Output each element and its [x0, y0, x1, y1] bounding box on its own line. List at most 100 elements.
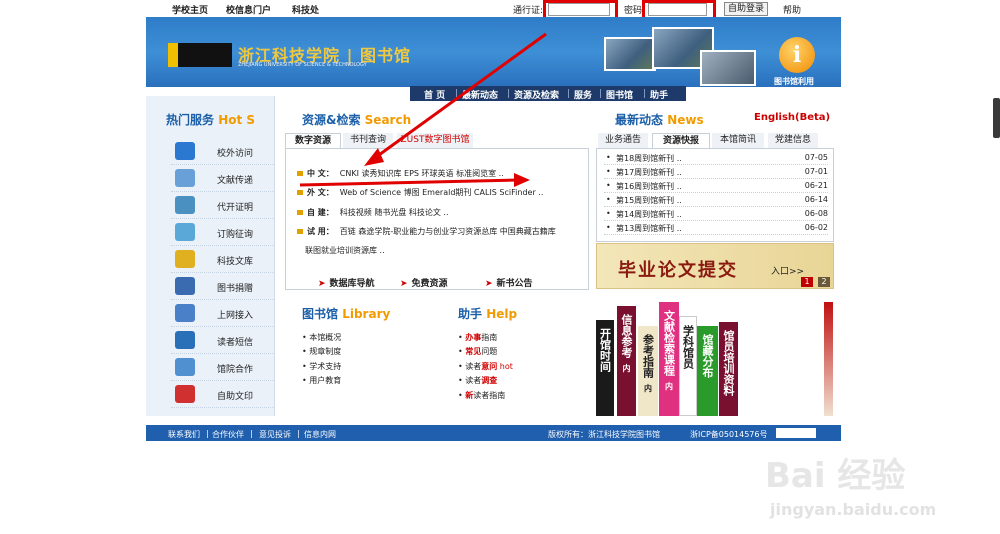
- help-item[interactable]: • 读者意问 hot: [458, 361, 513, 372]
- bullet-icon: •: [606, 153, 611, 162]
- help-item-pre: 读者: [465, 362, 482, 371]
- library-item[interactable]: • 规章制度: [302, 346, 341, 357]
- help-item-pre: 读者: [465, 376, 482, 385]
- help-item-rest: hot: [497, 362, 513, 371]
- library-title-en: Library: [342, 307, 391, 321]
- book-title: 信息参考: [620, 314, 633, 358]
- bullet-icon: •: [606, 195, 611, 204]
- tab-resource-news[interactable]: 资源快报: [652, 133, 710, 149]
- footer-partners[interactable]: 合作伙伴: [212, 429, 244, 440]
- library-item-label: 本馆概况: [309, 333, 342, 342]
- cnnic-badge-icon[interactable]: [776, 428, 816, 438]
- help-item[interactable]: • 办事指南: [458, 332, 497, 343]
- news-item[interactable]: • 第13周到馆新刊 .. 06-02: [604, 221, 828, 235]
- help-title-en: Help: [486, 307, 518, 321]
- annotation-underline-head: [514, 173, 530, 187]
- book-1[interactable]: 信息参考内: [617, 306, 636, 416]
- tab-party-info[interactable]: 党建信息: [768, 133, 818, 148]
- banner-page-1[interactable]: 1: [801, 277, 813, 287]
- bullet-icon: •: [606, 223, 611, 232]
- help-title: 助手 Help: [458, 305, 517, 322]
- thesis-banner-text: 毕业论文提交: [618, 260, 738, 281]
- library-title: 图书馆 Library: [302, 305, 390, 322]
- news-item[interactable]: • 第16周到馆新刊 .. 06-21: [604, 179, 828, 193]
- annotation-arrow-line: [371, 32, 547, 162]
- book-0[interactable]: 开馆时间: [596, 320, 614, 416]
- help-item-red: 意问: [481, 362, 498, 371]
- thesis-banner-enter[interactable]: 入口>>: [771, 264, 804, 277]
- news-item-date: 06-02: [804, 223, 828, 232]
- library-item-label: 规章制度: [309, 347, 342, 356]
- news-item[interactable]: • 第18周到馆新刊 .. 07-05: [604, 151, 828, 165]
- book-6[interactable]: 馆员培训资料: [719, 322, 738, 416]
- footer-copyright: 版权所有：浙江科技学院图书馆: [548, 430, 660, 439]
- book-sub: 内: [644, 384, 652, 393]
- library-title-cn: 图书馆: [302, 307, 339, 321]
- library-item[interactable]: • 用户教育: [302, 375, 341, 386]
- book-sub: 内: [622, 364, 631, 373]
- help-item-red: 办事: [465, 333, 482, 342]
- help-title-cn: 助手: [458, 307, 483, 321]
- footer-icp[interactable]: 浙ICP备05014576号: [690, 429, 768, 440]
- footer-feedback[interactable]: 意见投诉: [259, 429, 291, 440]
- help-item[interactable]: • 常见问题: [458, 346, 497, 357]
- annotation-underline: [299, 178, 519, 187]
- book-title: 参考指南: [641, 334, 655, 378]
- footer: 联系我们 | 合作伙伴 | 意见投诉 | 信息内网 版权所有：浙江科技学院图书馆…: [146, 425, 841, 441]
- help-item-red: 调查: [481, 376, 498, 385]
- news-item-date: 06-14: [804, 195, 828, 204]
- footer-separator: |: [250, 429, 253, 438]
- bullet-icon: •: [606, 209, 611, 218]
- help-item-rest: 指南: [481, 333, 498, 342]
- news-item-title: 第17周到馆新刊 ..: [616, 168, 682, 177]
- help-item[interactable]: • 新读者指南: [458, 390, 505, 401]
- bullet-icon: •: [606, 181, 611, 190]
- book-2[interactable]: 参考指南内: [638, 326, 658, 416]
- news-item-title: 第16周到馆新刊 ..: [616, 182, 682, 191]
- news-item-title: 第18周到馆新刊 ..: [616, 154, 682, 163]
- tab-library-briefs[interactable]: 本馆简讯: [712, 133, 764, 148]
- tab-announcements[interactable]: 业务通告: [598, 133, 648, 148]
- bullet-icon: •: [606, 167, 611, 176]
- book-5[interactable]: 馆藏分布: [697, 326, 718, 416]
- help-item-rest: 读者指南: [473, 391, 506, 400]
- footer-separator: |: [206, 429, 209, 438]
- library-item[interactable]: • 本馆概况: [302, 332, 341, 343]
- help-item[interactable]: • 读者调查: [458, 375, 497, 386]
- news-item[interactable]: • 第17周到馆新刊 .. 07-01: [604, 165, 828, 179]
- news-item-date: 06-21: [804, 181, 828, 190]
- book-sub: 内: [665, 382, 673, 391]
- library-item[interactable]: • 学术支持: [302, 361, 341, 372]
- scroll-handle[interactable]: [993, 98, 1000, 138]
- english-beta-link[interactable]: English(Beta): [754, 112, 830, 123]
- news-item-date: 07-05: [804, 153, 828, 162]
- book-4[interactable]: 学科馆员: [679, 316, 697, 416]
- news-title-cn: 最新动态: [615, 113, 664, 127]
- book-title: 馆藏分布: [701, 334, 714, 378]
- book-title: 文献检索课程: [662, 310, 676, 376]
- book-edge: [824, 302, 833, 416]
- baidu-watermark: Bai 经验: [765, 456, 906, 496]
- news-item[interactable]: • 第15周到馆新刊 .. 06-14: [604, 193, 828, 207]
- news-item-title: 第15周到馆新刊 ..: [616, 196, 682, 205]
- news-item-title: 第13周到馆新刊 ..: [616, 224, 682, 233]
- footer-intranet[interactable]: 信息内网: [304, 429, 336, 440]
- news-item-date: 07-01: [804, 167, 828, 176]
- news-item-date: 06-08: [804, 209, 828, 218]
- news-title-en: News: [667, 113, 704, 127]
- book-title: 开馆时间: [598, 328, 612, 372]
- library-item-label: 用户教育: [309, 376, 342, 385]
- book-title: 馆员培训资料: [722, 330, 735, 396]
- banner-page-2[interactable]: 2: [818, 277, 830, 287]
- news-title: 最新动态 News: [615, 111, 704, 128]
- help-item-red: 常见: [465, 347, 482, 356]
- annotation-arrow-head: [364, 148, 384, 166]
- baidu-watermark-url: jingyan.baidu.com: [770, 500, 937, 519]
- book-title: 学科馆员: [681, 325, 695, 369]
- news-item[interactable]: • 第14周到馆新刊 .. 06-08: [604, 207, 828, 221]
- footer-separator: |: [297, 429, 300, 438]
- book-3[interactable]: 文献检索课程内: [659, 302, 679, 416]
- footer-contact[interactable]: 联系我们: [168, 429, 200, 440]
- news-item-title: 第14周到馆新刊 ..: [616, 210, 682, 219]
- library-item-label: 学术支持: [309, 362, 342, 371]
